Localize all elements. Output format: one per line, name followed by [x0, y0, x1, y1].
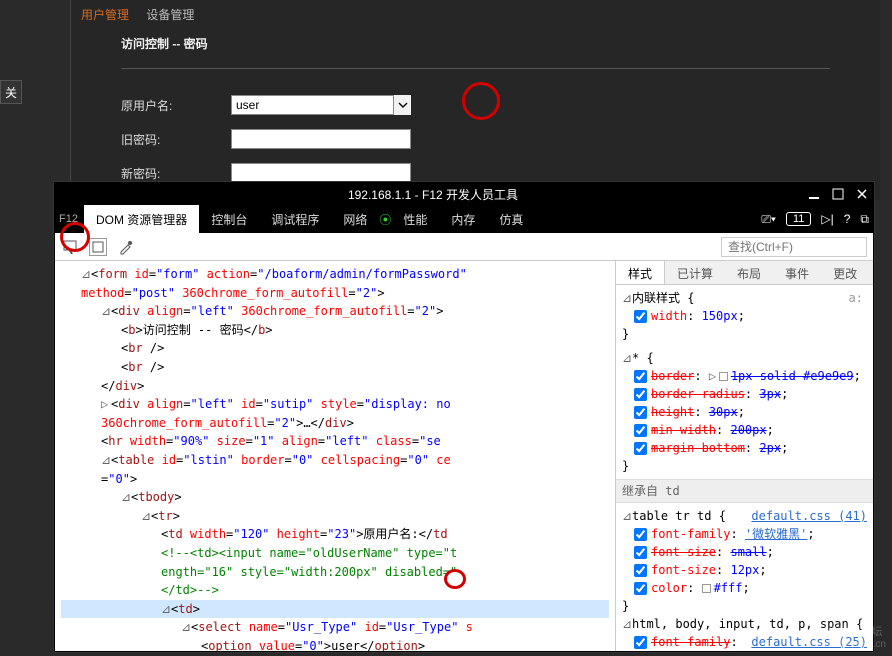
tab-user-management[interactable]: 用户管理	[81, 8, 129, 22]
issue-count[interactable]: 11	[786, 212, 811, 226]
tab-device-management[interactable]: 设备管理	[146, 8, 194, 22]
label-old-password: 旧密码:	[121, 131, 231, 148]
source-link[interactable]: default.css (41)	[751, 507, 867, 525]
styles-body[interactable]: ⊿内联样式 {a: width: 150px; } ⊿* { border: ▷…	[616, 285, 873, 651]
select-element-icon[interactable]	[61, 238, 79, 256]
devtools-titlebar: 192.168.1.1 - F12 开发人员工具	[55, 183, 873, 205]
devtools-title: 192.168.1.1 - F12 开发人员工具	[59, 186, 807, 203]
dom-toolbar	[55, 233, 873, 261]
maximize-icon[interactable]	[831, 187, 845, 201]
f12-label: F12	[59, 213, 78, 225]
find-input[interactable]	[721, 237, 867, 257]
prop-checkbox[interactable]	[634, 564, 647, 577]
devtools-window: 192.168.1.1 - F12 开发人员工具 F12 DOM 资源管理器 控…	[54, 182, 874, 652]
tab-performance[interactable]: 性能	[391, 205, 439, 234]
play-icon[interactable]: ⦿	[379, 211, 391, 228]
highlight-box-icon[interactable]	[89, 238, 107, 256]
dock-icon[interactable]: ⧉	[860, 212, 869, 227]
tab-dom-explorer[interactable]: DOM 资源管理器	[84, 205, 199, 234]
router-tabs: 用户管理 设备管理	[71, 0, 880, 23]
tab-console[interactable]: 控制台	[199, 205, 259, 234]
devtools-body: ⊿<form id="form" action="/boaform/admin/…	[55, 261, 873, 651]
label-new-password: 新密码:	[121, 165, 231, 182]
side-close-toggle[interactable]: 关	[0, 80, 22, 104]
devtools-tabs: F12 DOM 资源管理器 控制台 调试程序 网络 ⦿ 性能 内存 仿真 ⎚▾ …	[55, 205, 873, 233]
tab-changes[interactable]: 更改	[821, 261, 869, 284]
divider	[121, 68, 830, 69]
device-icon[interactable]: ⎚▾	[761, 212, 776, 227]
username-select[interactable]: user	[231, 95, 411, 115]
tab-emulation[interactable]: 仿真	[487, 205, 535, 234]
prop-checkbox[interactable]	[634, 442, 647, 455]
row-old-password: 旧密码:	[121, 129, 830, 149]
prop-checkbox[interactable]	[634, 582, 647, 595]
help-icon[interactable]: ?	[844, 212, 851, 226]
color-picker-icon[interactable]	[117, 238, 135, 256]
minimize-icon[interactable]	[807, 187, 821, 201]
row-original-username: 原用户名: user	[121, 95, 830, 115]
tab-network[interactable]: 网络	[331, 205, 379, 234]
prop-checkbox[interactable]	[634, 310, 647, 323]
access-control-block: 访问控制 -- 密码 原用户名: user 旧密码: 新密码:	[71, 23, 880, 183]
step-icon[interactable]: ▷|	[821, 212, 833, 226]
old-password-input[interactable]	[231, 129, 411, 149]
app-background: 关 用户管理 设备管理 访问控制 -- 密码 原用户名: user	[0, 0, 892, 656]
new-password-input[interactable]	[231, 163, 411, 183]
prop-checkbox[interactable]	[634, 424, 647, 437]
prop-checkbox[interactable]	[634, 546, 647, 559]
username-select-wrap: user	[231, 95, 411, 115]
dom-tree[interactable]: ⊿<form id="form" action="/boaform/admin/…	[55, 261, 615, 651]
close-icon[interactable]	[855, 187, 869, 201]
tab-debugger[interactable]: 调试程序	[259, 205, 331, 234]
tab-layout[interactable]: 布局	[725, 261, 773, 284]
prop-checkbox[interactable]	[634, 406, 647, 419]
tab-styles[interactable]: 样式	[616, 261, 665, 284]
prop-checkbox[interactable]	[634, 528, 647, 541]
prop-checkbox[interactable]	[634, 636, 647, 649]
section-title: 访问控制 -- 密码	[121, 35, 830, 52]
tab-events[interactable]: 事件	[773, 261, 821, 284]
inherit-header-td: 继承自 td	[616, 479, 873, 503]
prop-checkbox[interactable]	[634, 370, 647, 383]
styles-tabs: 样式 已计算 布局 事件 更改	[616, 261, 873, 285]
router-admin-panel: 用户管理 设备管理 访问控制 -- 密码 原用户名: user 旧密码:	[70, 0, 880, 200]
tab-memory[interactable]: 内存	[439, 205, 487, 234]
prop-checkbox[interactable]	[634, 388, 647, 401]
tab-computed[interactable]: 已计算	[665, 261, 725, 284]
watermark: 吾爱破解论坛 www.52pojie.cn	[817, 623, 886, 650]
styles-pane: 样式 已计算 布局 事件 更改 ⊿内联样式 {a: width: 150px; …	[615, 261, 873, 651]
row-new-password: 新密码:	[121, 163, 830, 183]
label-original-username: 原用户名:	[121, 97, 231, 114]
